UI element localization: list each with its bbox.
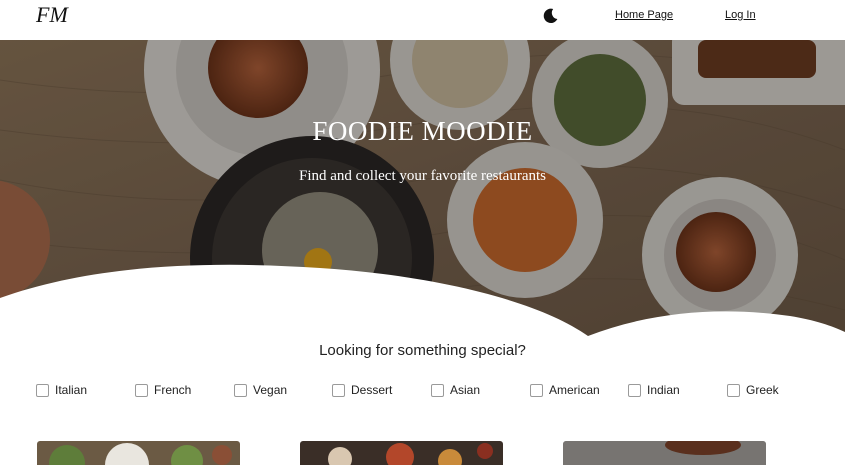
restaurant-card[interactable]	[37, 441, 240, 465]
filter-label: Asian	[450, 383, 481, 397]
filter-label: Greek	[746, 383, 779, 397]
checkbox[interactable]	[628, 383, 641, 397]
filter-vegan[interactable]: Vegan	[234, 383, 287, 397]
logo[interactable]: FM	[36, 2, 68, 28]
filter-label: Dessert	[351, 383, 393, 397]
filter-dessert[interactable]: Dessert	[332, 383, 392, 397]
filter-heading: Looking for something special?	[319, 342, 526, 359]
filter-label: French	[154, 383, 192, 397]
checkbox[interactable]	[530, 383, 543, 397]
nav-login-link[interactable]: Log In	[725, 9, 756, 21]
wave-divider	[0, 264, 845, 340]
checkbox[interactable]	[431, 383, 444, 397]
filter-indian[interactable]: Indian	[628, 383, 680, 397]
filter-french[interactable]: French	[135, 383, 191, 397]
checkbox[interactable]	[332, 383, 345, 397]
filter-american[interactable]: American	[530, 383, 600, 397]
checkbox[interactable]	[36, 383, 49, 397]
bowl-image	[563, 441, 766, 465]
restaurant-card[interactable]	[300, 441, 503, 465]
nav-home-link[interactable]: Home Page	[615, 9, 673, 21]
checkbox[interactable]	[727, 383, 740, 397]
filter-label: American	[549, 383, 600, 397]
moon-icon[interactable]	[541, 7, 559, 25]
top-nav: FM Home Page Log In	[0, 0, 845, 40]
checkbox[interactable]	[234, 383, 247, 397]
hero-banner: FOODIE MOODIE Find and collect your favo…	[0, 40, 845, 340]
restaurant-card[interactable]	[563, 441, 766, 465]
checkbox[interactable]	[135, 383, 148, 397]
filter-greek[interactable]: Greek	[727, 383, 779, 397]
filter-label: Vegan	[253, 383, 288, 397]
filter-label: Indian	[647, 383, 680, 397]
cuisine-filters: Italian French Vegan Dessert Asian Ameri…	[0, 383, 845, 403]
salad-image	[37, 441, 240, 465]
filter-italian[interactable]: Italian	[36, 383, 87, 397]
filter-asian[interactable]: Asian	[431, 383, 480, 397]
grill-image	[300, 441, 503, 465]
filter-label: Italian	[55, 383, 88, 397]
